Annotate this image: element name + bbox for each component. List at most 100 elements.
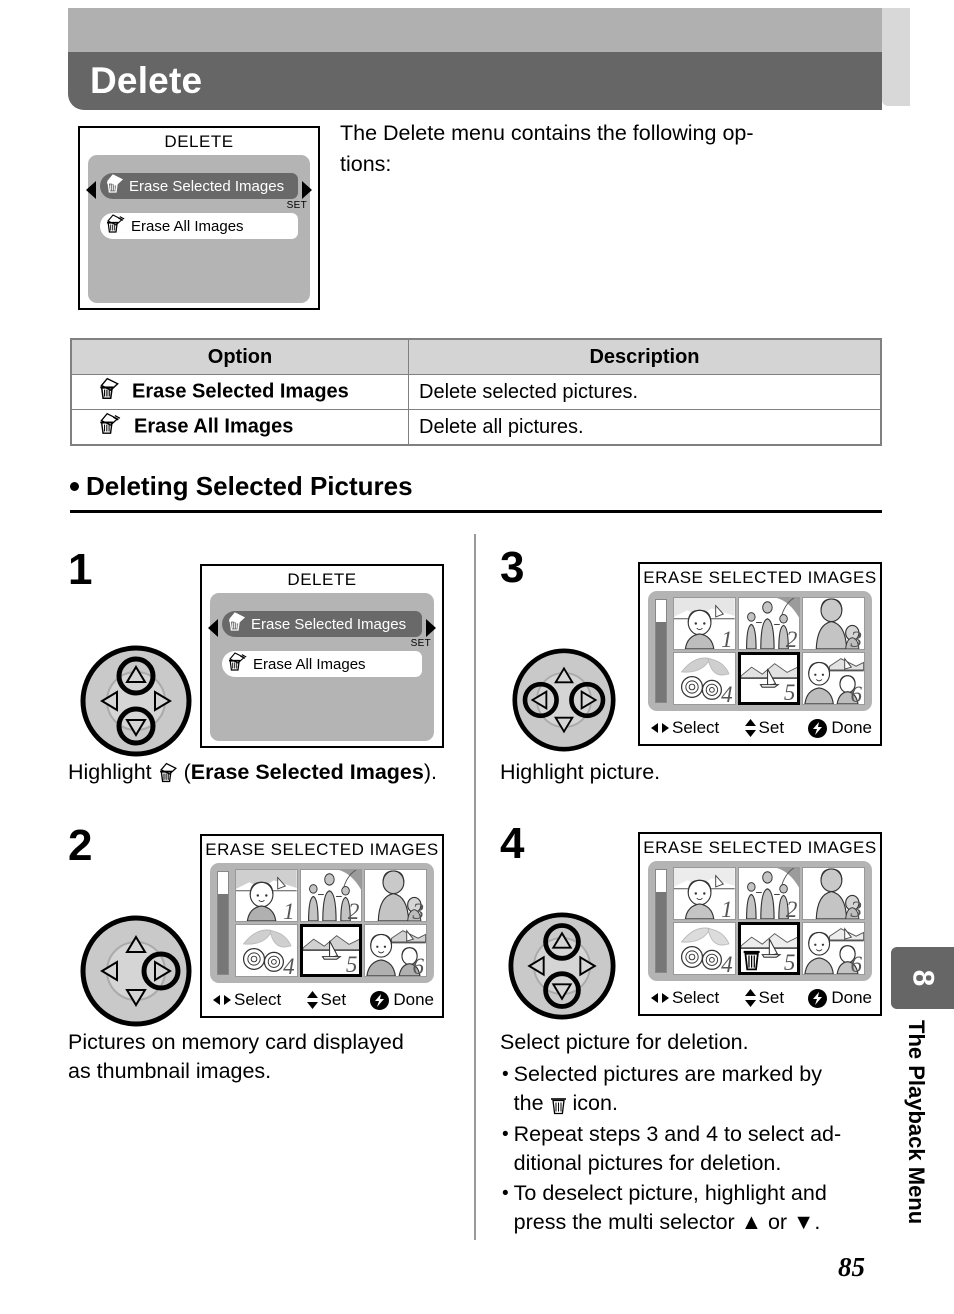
screen-title: ERASE SELECTED IMAGES: [643, 568, 877, 587]
screen-title: ERASE SELECTED IMAGES: [643, 838, 877, 857]
up-triangle-icon: ▲: [740, 1209, 762, 1234]
menu-item-erase-selected-images[interactable]: Erase Selected Images: [222, 611, 422, 637]
bottom-bar: Select Set Done: [644, 714, 878, 742]
trash-icon: [743, 950, 760, 971]
thumbnail-3[interactable]: 3: [364, 869, 427, 922]
caption-line-1: Pictures on memory card displayed: [68, 1030, 404, 1054]
bottom-bar: Select Set Done: [206, 986, 440, 1014]
thumbnail-1[interactable]: 1: [673, 867, 736, 920]
done-label: Done: [831, 988, 872, 1007]
thumbnail-6[interactable]: 6: [364, 924, 427, 977]
trash-all-images-icon: [227, 651, 248, 677]
column-header-option: Option: [70, 338, 409, 375]
set-label: Set: [320, 990, 347, 1009]
bullet-line-1: To deselect picture, highlight and: [513, 1180, 827, 1205]
step-number-4: 4: [500, 819, 525, 868]
thumbnail-6[interactable]: 6: [802, 652, 865, 705]
thumbnail-2[interactable]: 2: [299, 869, 363, 922]
step-1-screen: DELETE Erase Selected Images SET Erase A…: [200, 564, 444, 748]
scrollbar-thumb: [656, 892, 666, 972]
step-2-caption: Pictures on memory card displayed as thu…: [68, 1028, 468, 1086]
bullet-text-post: icon.: [566, 1091, 618, 1115]
menu-item-erase-all-images[interactable]: Erase All Images: [100, 213, 298, 239]
option-cell: Erase Selected Images: [70, 374, 409, 410]
set-hint: Set: [306, 990, 347, 1010]
menu-item-erase-selected-images[interactable]: Erase Selected Images: [100, 173, 298, 199]
trash-single-image-icon: [227, 611, 246, 637]
up-down-arrows-icon: [744, 989, 756, 1007]
bullet-dot-icon: •: [502, 1123, 509, 1145]
bullet-line-1: Repeat steps 3 and 4 to select ad-: [513, 1121, 842, 1146]
thumbnail-number: 5: [345, 952, 358, 977]
step-4-caption: Select picture for deletion.: [500, 1028, 880, 1057]
select-label: Select: [672, 718, 720, 737]
step-number-1: 1: [68, 545, 93, 594]
menu-item-label: Erase Selected Images: [251, 615, 407, 633]
bullet-text-post: .: [814, 1209, 821, 1234]
thumbnail-5[interactable]: 5: [299, 924, 363, 977]
step-number-2: 2: [68, 821, 93, 870]
thumbnail-3[interactable]: 3: [802, 597, 865, 650]
section-heading: Deleting Selected Pictures: [70, 470, 882, 502]
scrollbar-thumb: [656, 622, 666, 702]
step-4-bullets: • Selected pictures are marked by the ic…: [502, 1060, 884, 1238]
bullet-text-mid: or: [761, 1209, 794, 1234]
multi-selector-step-3[interactable]: [512, 648, 616, 752]
thumbnail-4[interactable]: 4: [673, 922, 736, 975]
left-arrow-icon: [86, 181, 96, 199]
column-divider: [474, 534, 476, 1240]
step-number-3: 3: [500, 543, 525, 592]
thumbnail-number: 6: [850, 952, 863, 975]
option-label: Erase Selected Images: [132, 380, 349, 403]
chapter-number: 8: [906, 969, 940, 987]
bottom-bar: Select Set Done: [644, 984, 878, 1012]
thumbnail-grid: 1 2 3 4 5 6: [673, 597, 865, 705]
done-hint: Done: [370, 990, 434, 1010]
thumbnail-4[interactable]: 4: [673, 652, 736, 705]
caption-text: Highlight: [68, 760, 158, 784]
thumbnail-6[interactable]: 6: [802, 922, 865, 975]
thumbnail-2[interactable]: 2: [737, 867, 801, 920]
multi-selector-step-2[interactable]: [80, 915, 192, 1027]
thumbnail-number: 3: [850, 627, 863, 650]
thumbnail-grid: 1 2 3 4 5 6: [235, 869, 427, 977]
header-top-band: [68, 8, 882, 52]
page-title: Delete: [90, 60, 203, 101]
bullet-text: To deselect picture, highlight and press…: [514, 1179, 884, 1237]
screen-body: Erase Selected Images SET Erase All Imag…: [86, 155, 312, 303]
bullet-text: Repeat steps 3 and 4 to select ad- ditio…: [514, 1120, 884, 1178]
bullet-item: • To deselect picture, highlight and pre…: [502, 1179, 884, 1237]
table-header-row: Option Description: [70, 338, 882, 375]
flash-bolt-icon: [808, 988, 828, 1008]
thumbnail-4[interactable]: 4: [235, 924, 298, 977]
thumbnail-number: 3: [850, 897, 863, 920]
thumbnail-number: 4: [721, 682, 733, 705]
up-down-arrows-icon: [744, 719, 756, 737]
multi-selector-step-1[interactable]: [80, 645, 192, 757]
set-label: Set: [758, 718, 785, 737]
step-3-screen: ERASE SELECTED IMAGES 1 2 3 4 5 6 Select…: [638, 562, 882, 746]
thumbnail-5[interactable]: 5: [737, 922, 801, 975]
select-hint: Select: [650, 718, 719, 738]
trash-single-image-icon: [105, 173, 124, 199]
scrollbar[interactable]: [655, 599, 667, 703]
thumbnail-1[interactable]: 1: [673, 597, 736, 650]
delete-menu-screen: DELETE Erase Selected Images SET Erase A…: [78, 126, 320, 310]
screen-title: ERASE SELECTED IMAGES: [205, 840, 439, 859]
thumbnail-2[interactable]: 2: [737, 597, 801, 650]
bullet-item: • Selected pictures are marked by the ic…: [502, 1060, 884, 1119]
bullet-line-2: press the multi selector ▲ or ▼.: [514, 1210, 821, 1234]
bullet-dot-icon: [70, 481, 79, 491]
menu-item-erase-all-images[interactable]: Erase All Images: [222, 651, 422, 677]
table-row: Erase All Images Delete all pictures.: [70, 409, 882, 446]
select-hint: Select: [212, 990, 281, 1010]
scrollbar-thumb: [218, 894, 228, 974]
option-cell: Erase All Images: [70, 409, 409, 446]
scrollbar[interactable]: [655, 869, 667, 973]
thumbnail-1[interactable]: 1: [235, 869, 298, 922]
multi-selector-step-4[interactable]: [508, 912, 616, 1020]
thumbnail-5[interactable]: 5: [737, 652, 801, 705]
step-1-caption: Highlight (Erase Selected Images).: [68, 758, 468, 788]
scrollbar[interactable]: [217, 871, 229, 975]
thumbnail-3[interactable]: 3: [802, 867, 865, 920]
